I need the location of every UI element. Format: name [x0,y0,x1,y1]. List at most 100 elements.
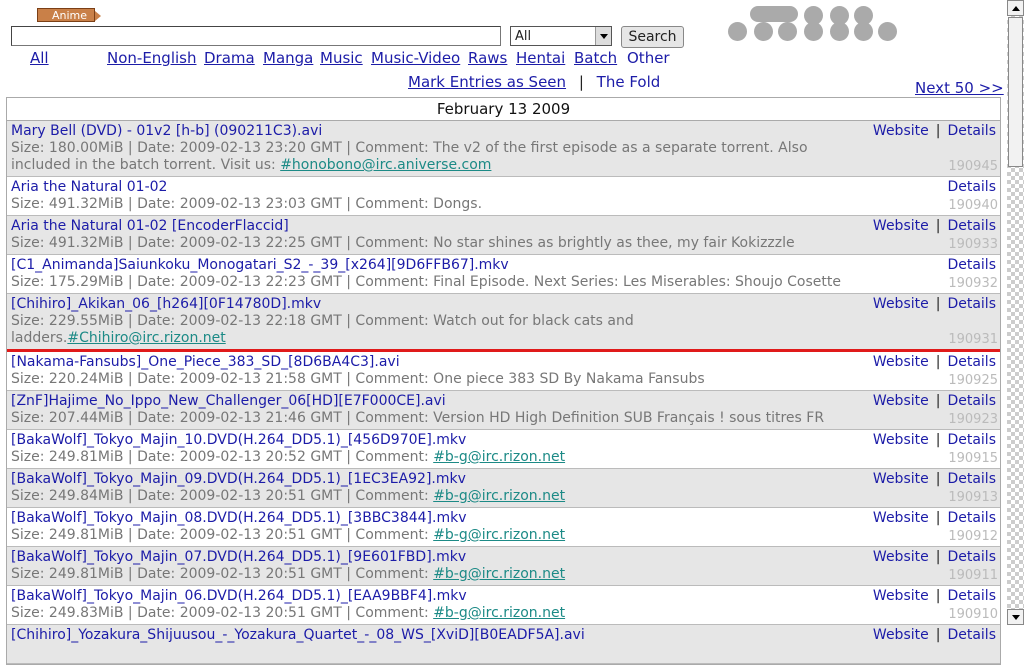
details-link[interactable]: Details [947,471,996,487]
entry-links: Website | Details [873,549,996,565]
separator: | [935,393,941,409]
vertical-scrollbar[interactable] [1007,0,1024,625]
entry-irc-link[interactable]: #b-g@irc.rizon.net [433,566,565,582]
entry-irc-link[interactable]: #b-g@irc.rizon.net [433,605,565,621]
details-link[interactable]: Details [947,549,996,565]
entry-meta-text: Size: 220.24MiB | Date: 2009-02-13 21:58… [11,371,705,387]
entry-meta-text: Size: 249.83MiB | Date: 2009-02-13 20:51… [11,605,434,621]
website-link[interactable]: Website [873,432,929,448]
entry-actions: Mark Entries as Seen | The Fold [408,73,660,91]
website-link[interactable]: Website [873,393,929,409]
entry-meta-text: Size: 175.29MiB | Date: 2009-02-13 22:23… [11,274,841,290]
category-link[interactable]: Music-Video [371,49,460,67]
category-link[interactable]: Non-English [107,49,196,67]
entry-title-link[interactable]: Aria the Natural 01-02 [11,179,861,196]
table-row: [Chihiro]_Yozakura_Shijuusou_-_Yozakura_… [7,625,1000,664]
category-link[interactable]: All [30,49,49,67]
entry-meta-text: Size: 249.81MiB | Date: 2009-02-13 20:51… [11,527,434,543]
website-link[interactable]: Website [873,627,929,643]
category-link[interactable]: Batch [574,49,617,67]
entry-title-link[interactable]: [BakaWolf]_Tokyo_Majin_08.DVD(H.264_DD5.… [11,510,861,527]
entry-links: Details [947,257,996,273]
details-link[interactable]: Details [947,218,996,234]
table-row: [C1_Animanda]Saiunkoku_Monogatari_S2_-_3… [7,255,1000,294]
website-link[interactable]: Website [873,588,929,604]
category-badge[interactable]: Anime [37,8,101,22]
search-input[interactable] [11,26,501,46]
details-link[interactable]: Details [947,393,996,409]
the-fold-link[interactable]: The Fold [597,73,661,91]
entry-title-link[interactable]: [Chihiro]_Yozakura_Shijuusou_-_Yozakura_… [11,627,861,644]
next-page-link[interactable]: Next 50 >> [915,79,1004,97]
entry-irc-link[interactable]: #honobono@irc.aniverse.com [280,157,491,173]
details-link[interactable]: Details [947,179,996,195]
details-link[interactable]: Details [947,627,996,643]
details-link[interactable]: Details [947,432,996,448]
entry-links: Website | Details [873,354,996,370]
details-link[interactable]: Details [947,588,996,604]
scroll-thumb[interactable] [1008,17,1023,167]
entry-title-link[interactable]: [ZnF]Hajime_No_Ippo_New_Challenger_06[HD… [11,393,861,410]
mark-seen-link[interactable]: Mark Entries as Seen [408,73,566,91]
table-row: [BakaWolf]_Tokyo_Majin_08.DVD(H.264_DD5.… [7,508,1000,547]
table-row: Mary Bell (DVD) - 01v2 [h-b] (090211C3).… [7,121,1000,177]
entry-title-link[interactable]: [Chihiro]_Akikan_06_[h264][0F14780D].mkv [11,296,861,313]
entry-links: Website | Details [873,296,996,312]
entry-title-link[interactable]: [BakaWolf]_Tokyo_Majin_10.DVD(H.264_DD5.… [11,432,861,449]
category-link[interactable]: Music [320,49,363,67]
website-link[interactable]: Website [873,296,929,312]
entry-id: 190911 [948,568,998,583]
entry-meta: Size: 229.55MiB | Date: 2009-02-13 22:18… [11,313,841,347]
entry-id: 190933 [948,237,998,252]
website-link[interactable]: Website [873,123,929,139]
search-button[interactable]: Search [621,26,684,48]
entry-links: Website | Details [873,393,996,409]
category-link[interactable]: Drama [204,49,255,67]
table-row: [BakaWolf]_Tokyo_Majin_09.DVD(H.264_DD5.… [7,469,1000,508]
entry-meta: Size: 207.44MiB | Date: 2009-02-13 21:46… [11,410,841,427]
separator: | [935,471,941,487]
category-link[interactable]: Manga [263,49,313,67]
entry-title-link[interactable]: [BakaWolf]_Tokyo_Majin_06.DVD(H.264_DD5.… [11,588,861,605]
entry-id: 190931 [948,332,998,347]
entry-meta-text: Size: 491.32MiB | Date: 2009-02-13 22:25… [11,235,795,251]
entry-title-link[interactable]: [Nakama-Fansubs]_One_Piece_383_SD_[8D6BA… [11,354,861,371]
entry-irc-link[interactable]: #b-g@irc.rizon.net [433,488,565,504]
website-link[interactable]: Website [873,354,929,370]
entry-meta: Size: 491.32MiB | Date: 2009-02-13 22:25… [11,235,841,252]
details-link[interactable]: Details [947,354,996,370]
table-row: Aria the Natural 01-02 Size: 491.32MiB | … [7,177,1000,216]
website-link[interactable]: Website [873,218,929,234]
details-link[interactable]: Details [947,257,996,273]
separator: | [935,510,941,526]
details-link[interactable]: Details [947,510,996,526]
category-link[interactable]: Other [627,49,670,67]
category-link[interactable]: Raws [468,49,507,67]
logo-dot [854,22,873,41]
filter-select[interactable]: All [510,26,612,46]
entry-links: Website | Details [873,627,996,643]
entry-irc-link[interactable]: #Chihiro@irc.rizon.net [67,330,225,346]
details-link[interactable]: Details [947,296,996,312]
entry-meta: Size: 180.00MiB | Date: 2009-02-13 23:20… [11,140,841,174]
details-link[interactable]: Details [947,123,996,139]
entry-title-link[interactable]: Mary Bell (DVD) - 01v2 [h-b] (090211C3).… [11,123,861,140]
scroll-up-arrow-icon[interactable] [1007,0,1024,16]
entry-irc-link[interactable]: #b-g@irc.rizon.net [433,527,565,543]
entry-title-link[interactable]: [BakaWolf]_Tokyo_Majin_09.DVD(H.264_DD5.… [11,471,861,488]
entry-title-link[interactable]: Aria the Natural 01-02 [EncoderFlaccid] [11,218,861,235]
website-link[interactable]: Website [873,549,929,565]
website-link[interactable]: Website [873,471,929,487]
website-link[interactable]: Website [873,510,929,526]
entry-title-link[interactable]: [C1_Animanda]Saiunkoku_Monogatari_S2_-_3… [11,257,861,274]
table-row: [ZnF]Hajime_No_Ippo_New_Challenger_06[HD… [7,391,1000,430]
entry-title-link[interactable]: [BakaWolf]_Tokyo_Majin_07.DVD(H.264_DD5.… [11,549,861,566]
chevron-down-icon[interactable] [595,27,611,45]
scroll-down-arrow-icon[interactable] [1007,609,1024,625]
separator: | [935,123,941,139]
logo-bar [750,6,798,22]
entry-irc-link[interactable]: #b-g@irc.rizon.net [433,449,565,465]
entry-meta-text: Size: 491.32MiB | Date: 2009-02-13 23:03… [11,196,483,212]
logo-dot [728,22,747,41]
category-link[interactable]: Hentai [516,49,565,67]
